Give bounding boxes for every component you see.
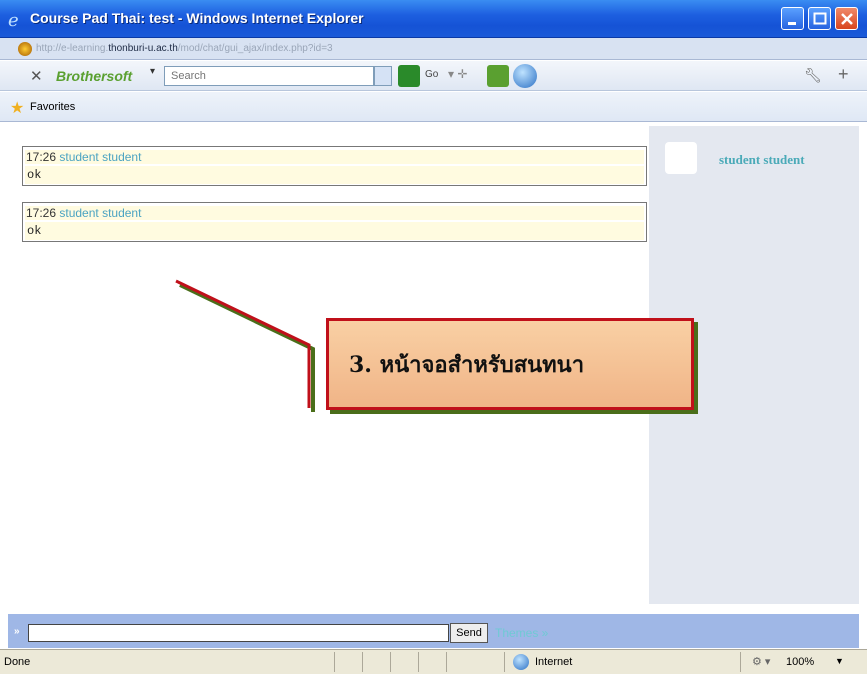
- title-bar: e Course Pad Thai: test - Windows Intern…: [0, 0, 867, 38]
- toolbar-extra-icon[interactable]: ▾ ✛: [448, 67, 467, 81]
- status-text: Done: [4, 656, 31, 668]
- star-icon[interactable]: [487, 65, 509, 87]
- message-input[interactable]: [28, 624, 449, 642]
- message-text: ok: [25, 166, 644, 184]
- maximize-icon: [813, 12, 827, 25]
- maximize-button[interactable]: [808, 7, 831, 30]
- status-divider: [446, 652, 447, 672]
- message-user[interactable]: student student: [59, 150, 141, 164]
- protected-mode-icon[interactable]: ⚙ ▾: [752, 655, 770, 668]
- message-header: 17:26 student student: [25, 150, 644, 164]
- zoom-level[interactable]: 100%: [786, 656, 814, 668]
- favorites-bar: ★ Favorites: [0, 92, 867, 122]
- internet-zone-icon: [513, 654, 529, 670]
- message-time: 17:26: [26, 150, 57, 164]
- close-icon: [841, 13, 853, 25]
- zoom-dropdown-icon[interactable]: ▼: [835, 656, 844, 666]
- address-url[interactable]: http://e-learning.thonburi-u.ac.th/mod/c…: [36, 43, 333, 54]
- minimize-button[interactable]: [781, 7, 804, 30]
- message-user[interactable]: student student: [59, 206, 141, 220]
- chat-message: 17:26 student student ok: [22, 146, 647, 186]
- themes-link[interactable]: Themes »: [495, 626, 548, 640]
- url-prefix: http://e-learning.: [36, 43, 109, 54]
- url-path: /mod/chat/gui_ajax/index.php?id=3: [177, 43, 333, 54]
- status-divider: [418, 652, 419, 672]
- search-input[interactable]: [164, 66, 374, 86]
- send-button[interactable]: Send: [450, 623, 488, 643]
- site-favicon-icon: [18, 42, 32, 56]
- toolbar: ✕ Brothersoft ▾ Go ▾ ✛ 🔧︎ +: [0, 61, 867, 91]
- status-divider: [390, 652, 391, 672]
- url-host: thonburi-u.ac.th: [108, 43, 178, 54]
- window-title: Course Pad Thai: test - Windows Internet…: [30, 10, 364, 26]
- address-bar[interactable]: http://e-learning.thonburi-u.ac.th/mod/c…: [0, 38, 867, 60]
- prompt-icon: »: [14, 626, 20, 637]
- status-divider: [504, 652, 505, 672]
- search-dropdown-icon[interactable]: [374, 66, 392, 86]
- favorites-button[interactable]: Favorites: [30, 101, 75, 113]
- zone-label: Internet: [535, 656, 573, 668]
- minimize-icon: [788, 22, 796, 25]
- chat-message: 17:26 student student ok: [22, 202, 647, 242]
- favorites-star-icon[interactable]: ★: [10, 98, 24, 118]
- user-list-item[interactable]: student student: [719, 152, 805, 168]
- search-go-icon[interactable]: [398, 65, 420, 87]
- message-time: 17:26: [26, 206, 57, 220]
- status-divider: [362, 652, 363, 672]
- brand-logo[interactable]: Brothersoft: [56, 68, 132, 84]
- message-header: 17:26 student student: [25, 206, 644, 220]
- message-text: ok: [25, 222, 644, 240]
- status-divider: [740, 652, 741, 672]
- go-button[interactable]: Go: [425, 69, 438, 80]
- annotation-callout: 3. หน้าจอสำหรับสนทนา: [326, 318, 694, 410]
- wrench-icon[interactable]: 🔧︎: [804, 67, 822, 84]
- close-button[interactable]: [835, 7, 858, 30]
- svg-text:e: e: [8, 10, 19, 29]
- chat-input-bar: » Send Themes »: [8, 614, 859, 648]
- ie-logo-icon: e: [8, 10, 19, 29]
- add-icon[interactable]: +: [838, 64, 849, 85]
- globe-icon[interactable]: [513, 64, 537, 88]
- status-divider: [334, 652, 335, 672]
- status-bar: Done Internet ⚙ ▾ 100% ▼: [0, 649, 867, 674]
- avatar[interactable]: [665, 142, 697, 174]
- annotation-label: 3. หน้าจอสำหรับสนทนา: [349, 352, 585, 378]
- brand-dropdown-icon[interactable]: ▾: [150, 66, 155, 77]
- toolbar-close-icon[interactable]: ✕: [30, 67, 43, 85]
